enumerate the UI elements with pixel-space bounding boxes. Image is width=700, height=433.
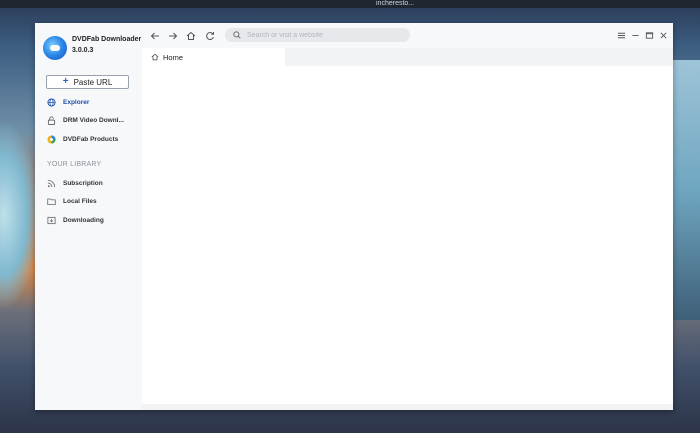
window-title: incheresto... — [376, 0, 415, 7]
cloud-icon — [50, 45, 60, 51]
app-version: 3.0.0.3 — [72, 47, 94, 54]
app-name: DVDFab Downloader — [72, 36, 142, 43]
sidebar: DVDFab Downloader 3.0.0.3 + Paste URL Ex… — [35, 23, 142, 410]
status-strip — [142, 404, 673, 410]
tab-home[interactable]: Home — [142, 48, 285, 66]
back-button[interactable] — [149, 30, 161, 42]
refresh-icon — [206, 32, 214, 41]
maximize-icon — [645, 31, 653, 39]
sidebar-item-drm-video[interactable]: DRM Video Downl... — [47, 113, 137, 127]
hamburger-icon — [617, 32, 625, 38]
paste-url-button[interactable]: + Paste URL — [46, 75, 129, 89]
search-input[interactable] — [247, 31, 397, 39]
minimize-button[interactable] — [630, 30, 640, 40]
menu-button[interactable] — [616, 30, 626, 40]
app-logo-icon — [43, 36, 67, 60]
sidebar-item-local-files[interactable]: Local Files — [47, 194, 137, 208]
sidebar-item-label: Downloading — [63, 216, 104, 224]
your-library-heading: YOUR LIBRARY — [47, 161, 102, 168]
app-window: DVDFab Downloader 3.0.0.3 + Paste URL Ex… — [35, 23, 673, 410]
search-bar[interactable] — [225, 28, 410, 42]
close-button[interactable] — [658, 30, 668, 40]
minimize-icon — [631, 34, 639, 36]
globe-icon — [47, 97, 56, 107]
wallpaper-iceberg-left — [0, 120, 40, 310]
sidebar-item-label: DVDFab Products — [63, 135, 119, 143]
sidebar-item-explorer[interactable]: Explorer — [47, 95, 137, 109]
sidebar-item-dvdfab-products[interactable]: DVDFab Products — [47, 132, 137, 146]
home-icon — [151, 53, 159, 61]
browser-content-area — [142, 66, 673, 404]
close-icon — [659, 31, 667, 39]
rss-icon — [47, 179, 56, 188]
sidebar-item-label: DRM Video Downl... — [63, 116, 124, 124]
sidebar-item-label: Explorer — [63, 98, 90, 106]
sidebar-item-subscription[interactable]: Subscription — [47, 176, 137, 190]
home-icon — [186, 31, 196, 40]
sidebar-item-label: Subscription — [63, 179, 103, 187]
tab-label: Home — [163, 52, 184, 62]
tab-bar: Home — [142, 48, 673, 66]
arrow-right-icon — [169, 32, 178, 40]
plus-icon: + — [62, 76, 69, 87]
maximize-button[interactable] — [644, 30, 654, 40]
home-button[interactable] — [185, 30, 197, 42]
search-icon — [233, 31, 241, 39]
forward-button[interactable] — [167, 30, 179, 42]
folder-icon — [47, 197, 56, 206]
sidebar-item-downloading[interactable]: Downloading — [47, 213, 137, 227]
browser-toolbar — [142, 23, 673, 48]
reload-button[interactable] — [204, 30, 216, 42]
arrow-left-icon — [150, 32, 159, 40]
dvdfab-icon — [47, 134, 56, 144]
desktop-top-bar: incheresto... — [0, 0, 700, 8]
lock-icon — [47, 116, 56, 125]
download-list-icon — [47, 216, 56, 225]
paste-url-label: Paste URL — [73, 77, 113, 87]
sidebar-item-label: Local Files — [63, 197, 97, 205]
